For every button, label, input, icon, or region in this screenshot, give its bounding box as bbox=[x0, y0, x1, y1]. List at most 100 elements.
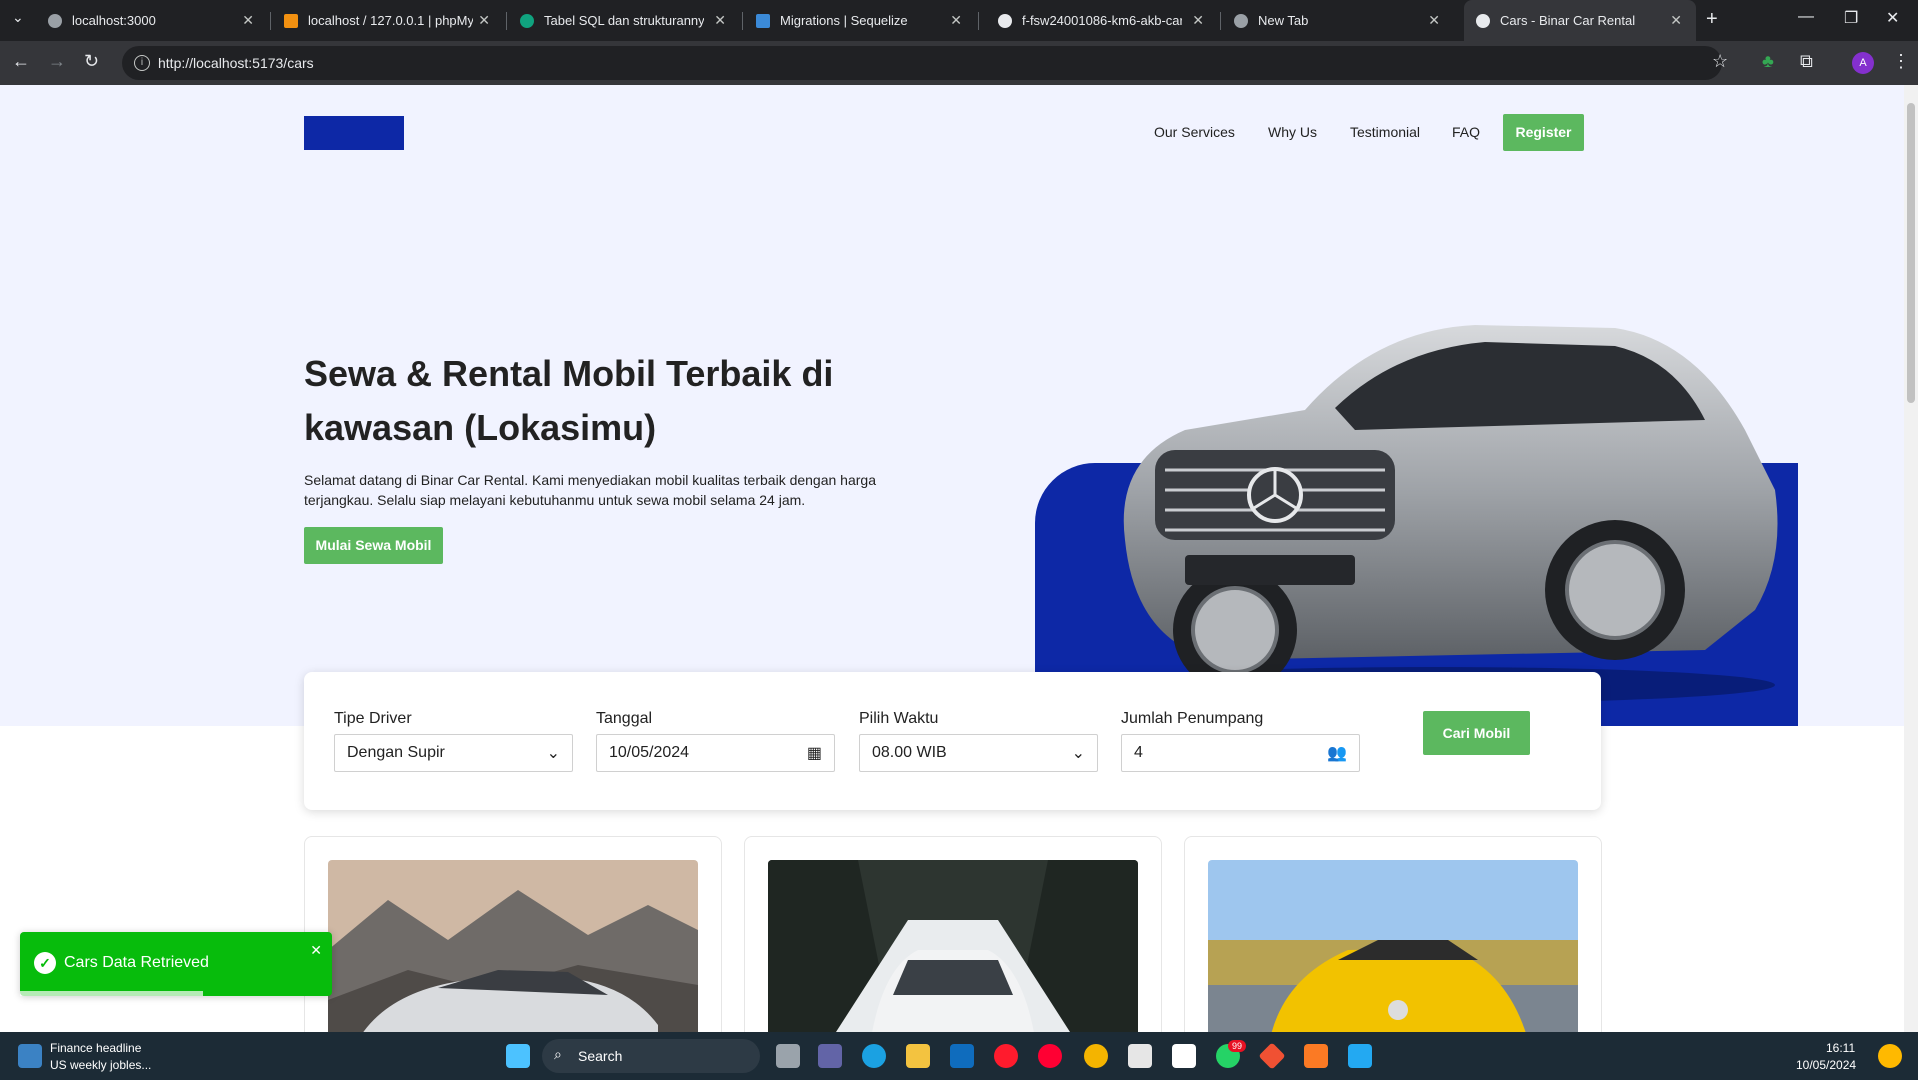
page-scrollbar[interactable] bbox=[1904, 85, 1918, 1032]
driver-type-field: Tipe Driver Dengan Supir ⌄ bbox=[334, 710, 573, 772]
check-circle-icon: ✓ bbox=[34, 952, 56, 974]
minimize-icon[interactable]: — bbox=[1798, 8, 1814, 26]
car-card bbox=[1184, 836, 1602, 1032]
reload-icon[interactable]: ↻ bbox=[84, 51, 99, 72]
copilot-icon[interactable] bbox=[1878, 1044, 1902, 1068]
time-label: Pilih Waktu bbox=[859, 710, 939, 727]
tab-binar-car-rental[interactable]: Cars - Binar Car Rental ✕ bbox=[1464, 0, 1696, 41]
time-select[interactable]: 08.00 WIB ⌄ bbox=[859, 734, 1098, 772]
search-cars-button[interactable]: Cari Mobil bbox=[1423, 711, 1530, 755]
task-view-icon[interactable] bbox=[776, 1044, 800, 1068]
tab-strip: ⌄ localhost:3000 ✕ localhost / 127.0.0.1… bbox=[0, 0, 1918, 41]
date-field: Tanggal 10/05/2024 ▦ bbox=[596, 710, 835, 772]
xampp-icon[interactable] bbox=[1304, 1044, 1328, 1068]
teams-icon[interactable] bbox=[818, 1044, 842, 1068]
calendar-app-icon[interactable] bbox=[1128, 1044, 1152, 1068]
whatsapp-badge: 99 bbox=[1228, 1040, 1247, 1052]
edge-icon[interactable] bbox=[862, 1044, 886, 1068]
tab-new-tab[interactable]: New Tab ✕ bbox=[1222, 0, 1454, 41]
site-info-icon[interactable]: i bbox=[134, 55, 150, 71]
nav-why-us[interactable]: Why Us bbox=[1268, 124, 1317, 140]
nav-our-services[interactable]: Our Services bbox=[1154, 124, 1235, 140]
close-icon[interactable]: ✕ bbox=[310, 942, 322, 959]
tab-chatgpt[interactable]: Tabel SQL dan strukturannya ✕ bbox=[508, 0, 740, 41]
tab-title: Cars - Binar Car Rental bbox=[1500, 13, 1636, 28]
git-icon[interactable] bbox=[1258, 1042, 1286, 1070]
close-tab-icon[interactable]: ✕ bbox=[950, 12, 962, 29]
extension-icon[interactable]: ♣ bbox=[1762, 51, 1774, 72]
new-tab-icon[interactable]: + bbox=[1706, 8, 1718, 31]
vscode-icon[interactable] bbox=[1348, 1044, 1372, 1068]
tab-github[interactable]: f-fsw24001086-km6-akb-carsearch ✕ bbox=[986, 0, 1218, 41]
calendar-icon[interactable]: ▦ bbox=[807, 743, 822, 763]
search-panel: Tipe Driver Dengan Supir ⌄ Tanggal 10/05… bbox=[304, 672, 1601, 810]
driver-type-value: Dengan Supir bbox=[347, 744, 445, 761]
chrome-taskbar-icon[interactable] bbox=[1084, 1044, 1108, 1068]
file-explorer-icon[interactable] bbox=[906, 1044, 930, 1068]
widget-headline[interactable]: Finance headline bbox=[50, 1041, 141, 1055]
chevron-down-icon: ⌄ bbox=[1071, 745, 1085, 762]
forward-icon[interactable]: → bbox=[48, 51, 66, 72]
opera-icon[interactable] bbox=[994, 1044, 1018, 1068]
widget-subtext[interactable]: US weekly jobles... bbox=[50, 1058, 151, 1072]
close-tab-icon[interactable]: ✕ bbox=[714, 12, 726, 29]
car-photo-yellow-sports bbox=[1208, 860, 1578, 1032]
toast-message: Cars Data Retrieved bbox=[64, 954, 209, 971]
nav-testimonial[interactable]: Testimonial bbox=[1350, 124, 1420, 140]
phpmyadmin-icon bbox=[284, 13, 298, 28]
tab-sequelize[interactable]: Migrations | Sequelize ✕ bbox=[744, 0, 976, 41]
youtube-music-icon[interactable] bbox=[1038, 1044, 1062, 1068]
tab-title: localhost / 127.0.0.1 | phpMyAdmin bbox=[308, 13, 473, 28]
windows-start-icon[interactable] bbox=[506, 1044, 530, 1068]
close-tab-icon[interactable]: ✕ bbox=[1192, 12, 1204, 29]
outlook-icon[interactable] bbox=[950, 1044, 974, 1068]
car-photo-silver-sedan bbox=[328, 860, 698, 1032]
nav-faq[interactable]: FAQ bbox=[1452, 124, 1480, 140]
extensions-puzzle-icon[interactable]: ⧉ bbox=[1800, 51, 1813, 72]
close-tab-icon[interactable]: ✕ bbox=[1428, 12, 1440, 29]
tab-phpmyadmin[interactable]: localhost / 127.0.0.1 | phpMyAdmin ✕ bbox=[272, 0, 504, 41]
clock-date[interactable]: 10/05/2024 bbox=[1796, 1058, 1856, 1072]
profile-avatar[interactable]: A bbox=[1852, 52, 1874, 74]
close-tab-icon[interactable]: ✕ bbox=[478, 12, 490, 29]
back-icon[interactable]: ← bbox=[12, 51, 30, 72]
car-photo-white-sedan-snow bbox=[768, 860, 1138, 1032]
date-input[interactable]: 10/05/2024 ▦ bbox=[596, 734, 835, 772]
users-icon: 👥 bbox=[1327, 745, 1347, 762]
passengers-value: 4 bbox=[1134, 744, 1143, 761]
restore-icon[interactable]: ❐ bbox=[1844, 8, 1858, 28]
car-card bbox=[304, 836, 722, 1032]
passengers-label: Jumlah Penumpang bbox=[1121, 710, 1264, 727]
hero-subtitle: Selamat datang di Binar Car Rental. Kami… bbox=[304, 472, 876, 508]
tab-localhost-3000[interactable]: localhost:3000 ✕ bbox=[36, 0, 268, 41]
driver-type-select[interactable]: Dengan Supir ⌄ bbox=[334, 734, 573, 772]
hero-section: Our Services Why Us Testimonial FAQ Regi… bbox=[0, 85, 1904, 726]
tab-title: localhost:3000 bbox=[72, 13, 156, 28]
chevron-down-icon: ⌄ bbox=[546, 745, 560, 762]
close-window-icon[interactable]: ✕ bbox=[1886, 8, 1899, 28]
address-bar[interactable]: i http://localhost:5173/cars bbox=[122, 46, 1722, 80]
close-tab-icon[interactable]: ✕ bbox=[1670, 12, 1682, 29]
tab-title: Migrations | Sequelize bbox=[780, 13, 908, 28]
close-tab-icon[interactable]: ✕ bbox=[242, 12, 254, 29]
clock-time[interactable]: 16:11 bbox=[1826, 1041, 1855, 1055]
driver-type-label: Tipe Driver bbox=[334, 710, 412, 727]
tab-search-icon[interactable]: ⌄ bbox=[12, 9, 24, 26]
start-rent-button[interactable]: Mulai Sewa Mobil bbox=[304, 527, 443, 564]
site-logo[interactable] bbox=[304, 116, 404, 150]
taskbar-search[interactable]: ⌕ Search bbox=[542, 1039, 760, 1073]
tab-title: Tabel SQL dan strukturannya bbox=[544, 13, 704, 28]
menu-kebab-icon[interactable]: ⋮ bbox=[1892, 51, 1910, 72]
date-label: Tanggal bbox=[596, 710, 653, 727]
search-icon: ⌕ bbox=[554, 1046, 562, 1062]
toast-progress-bar bbox=[20, 991, 203, 996]
widgets-icon[interactable] bbox=[18, 1044, 42, 1068]
car-rental-icon bbox=[1476, 13, 1490, 28]
chrome-icon bbox=[1234, 13, 1248, 28]
notion-icon[interactable] bbox=[1172, 1044, 1196, 1068]
passengers-input[interactable]: 4 👥 bbox=[1121, 734, 1360, 772]
bookmark-star-icon[interactable]: ☆ bbox=[1712, 51, 1728, 72]
register-button[interactable]: Register bbox=[1503, 114, 1584, 151]
scrollbar-thumb[interactable] bbox=[1907, 103, 1915, 403]
hero-title: Sewa & Rental Mobil Terbaik di kawasan (… bbox=[304, 353, 834, 448]
